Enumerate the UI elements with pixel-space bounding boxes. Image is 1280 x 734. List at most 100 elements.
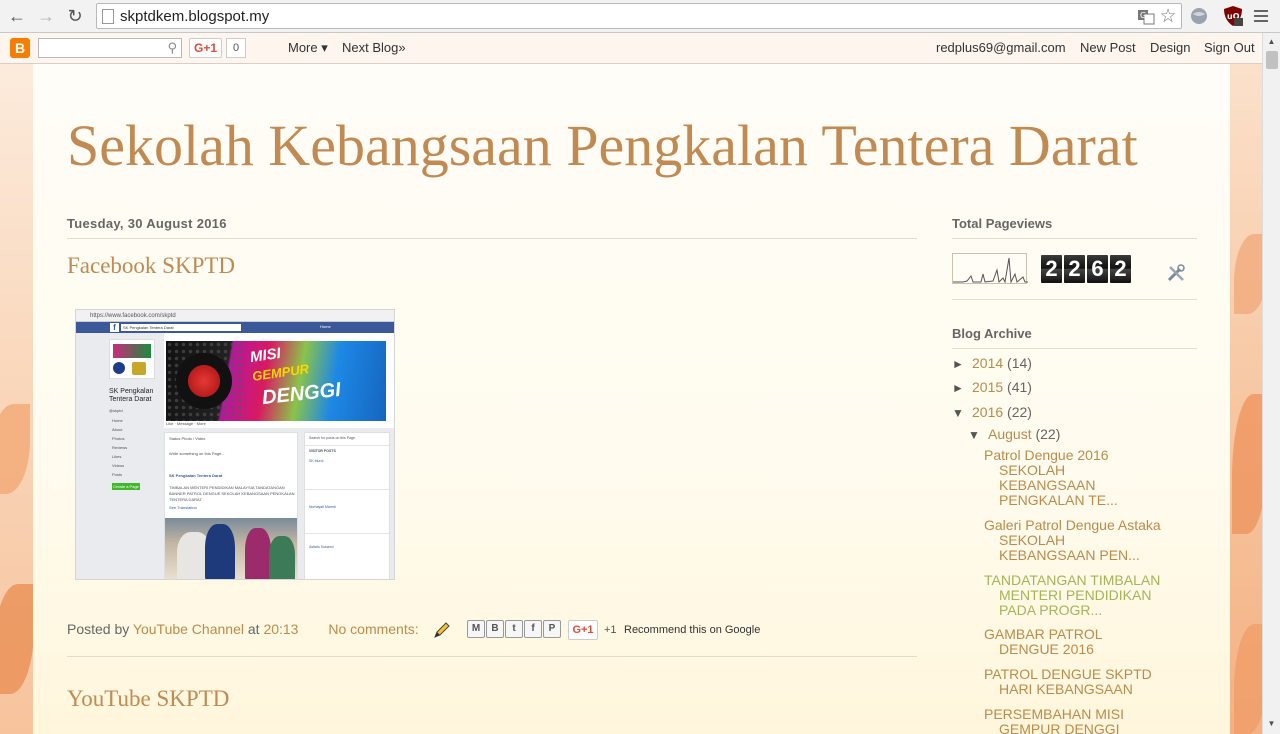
fb-visitor-post: Norhayati Marmit (309, 505, 336, 509)
fb-menu-item: Reviews (112, 445, 128, 450)
next-blog-link[interactable]: Next Blog» (342, 40, 406, 55)
pinterest-share-icon[interactable]: P (543, 620, 561, 638)
fb-post-photo (165, 518, 297, 579)
archive-year-link[interactable]: 2014 (972, 355, 1003, 371)
archive-month-link[interactable]: August (988, 426, 1032, 442)
fb-top-bar: f SK Pengkalan Tentera Darat Home (76, 322, 394, 333)
post-author-link[interactable]: YouTube Channel (133, 621, 244, 637)
next-post-title[interactable]: YouTube SKPTD (67, 686, 229, 712)
archive-year-link[interactable]: 2016 (972, 404, 1003, 420)
address-bar[interactable]: skptdkem.blogspot.my G ☆ (96, 3, 1182, 29)
archive-post-title-cont[interactable]: MENTERI PENDIDIKAN PADA PROGR... (984, 588, 1164, 618)
address-bar-url[interactable]: skptdkem.blogspot.my (120, 8, 269, 25)
pageviews-sparkline (952, 253, 1028, 284)
background-left (0, 64, 34, 734)
archive-post-title[interactable]: Patrol Dengue 2016 (984, 447, 1109, 463)
blog-title[interactable]: Sekolah Kebangsaan Pengkalan Tentera Dar… (67, 112, 1138, 179)
archive-post-title[interactable]: GAMBAR PATROL (984, 626, 1103, 642)
fb-profile-picture (109, 339, 155, 379)
translate-icon[interactable]: G (1137, 8, 1155, 26)
new-post-link[interactable]: New Post (1080, 40, 1136, 55)
divider (952, 299, 1197, 300)
archive-month-august[interactable]: ▼ August (22) (968, 426, 1060, 442)
sign-out-link[interactable]: Sign Out (1204, 40, 1255, 55)
archive-post-title-cont[interactable]: GEMPUR DENGGI (984, 722, 1164, 734)
archive-post-title[interactable]: PERSEMBAHAN MISI (984, 706, 1124, 722)
expand-arrow-icon[interactable]: ► (952, 357, 972, 371)
divider (67, 656, 917, 657)
email-share-icon[interactable]: M (467, 620, 485, 638)
archive-post-link[interactable]: Patrol Dengue 2016 SEKOLAH KEBANGSAAN PE… (984, 448, 1164, 508)
archive-post-link[interactable]: TANDATANGAN TIMBALAN MENTERI PENDIDIKAN … (984, 573, 1164, 618)
bookmark-star-icon[interactable]: ☆ (1159, 7, 1177, 26)
archive-post-link[interactable]: GAMBAR PATROL DENGUE 2016 (984, 627, 1164, 657)
blogger-navbar: B ⚲ G+1 0 More ▾ Next Blog» redplus69@gm… (0, 33, 1280, 64)
post-timestamp-link[interactable]: 20:13 (263, 621, 298, 637)
posted-by-label: Posted by (67, 621, 130, 637)
fb-left-column: SK Pengkalan Tentera Darat @skptd Home A… (76, 333, 160, 579)
counter-digit: 2 (1110, 255, 1131, 283)
page-icon (102, 9, 114, 24)
extension-globe-icon[interactable] (1189, 6, 1209, 26)
archive-year-2015[interactable]: ► 2015 (41) (952, 379, 1032, 395)
forward-arrow-icon[interactable]: → (35, 5, 57, 27)
archive-count: (22) (1035, 426, 1061, 442)
archive-post-title[interactable]: TANDATANGAN TIMBALAN (984, 572, 1160, 588)
counter-digit: 2 (1041, 255, 1062, 283)
scroll-down-arrow-icon[interactable]: ▼ (1263, 717, 1280, 731)
fb-menu-item: Photos (112, 436, 125, 441)
archive-post-title-cont[interactable]: DENGUE 2016 (984, 642, 1164, 657)
archive-post-title-cont[interactable]: HARI KEBANGSAAN (984, 682, 1164, 697)
design-link[interactable]: Design (1150, 40, 1190, 55)
fb-menu-item: Posts (112, 472, 123, 477)
scroll-up-arrow-icon[interactable]: ▲ (1263, 35, 1280, 49)
archive-post-link[interactable]: Galeri Patrol Dengue Astaka SEKOLAH KEBA… (984, 518, 1164, 563)
gplus-count: 0 (226, 38, 246, 58)
archive-post-link[interactable]: PATROL DENGUE SKPTD HARI KEBANGSAAN (984, 667, 1164, 697)
expand-arrow-icon[interactable]: ► (952, 381, 972, 395)
back-arrow-icon[interactable]: ← (6, 5, 28, 27)
archive-post-title-cont[interactable]: SEKOLAH KEBANGSAAN PENGKALAN TE... (984, 463, 1164, 508)
page-scrollbar[interactable]: ▲ ▼ (1262, 33, 1280, 734)
archive-post-title[interactable]: PATROL DENGUE SKPTD (984, 666, 1152, 682)
post-footer: Posted by YouTube Channel at 20:13 No co… (67, 621, 419, 637)
blogthis-share-icon[interactable]: B (486, 620, 504, 638)
account-email[interactable]: redplus69@gmail.com (936, 40, 1066, 55)
archive-post-title-cont[interactable]: SEKOLAH KEBANGSAAN PEN... (984, 533, 1164, 563)
at-label: at (247, 621, 260, 637)
archive-year-2016[interactable]: ▼ 2016 (22) (952, 404, 1032, 420)
fb-visitor-post: SK Murni (309, 459, 324, 463)
fb-menu-item: About (112, 427, 123, 432)
scrollbar-thumb[interactable] (1266, 51, 1278, 69)
edit-widget-tools-icon[interactable] (1166, 262, 1188, 284)
more-menu[interactable]: More ▾ (288, 40, 328, 56)
post-title[interactable]: Facebook SKPTD (67, 253, 235, 279)
archive-count: (14) (1007, 355, 1032, 371)
archive-post-title[interactable]: Galeri Patrol Dengue Astaka (984, 517, 1161, 533)
reload-icon[interactable]: ↻ (64, 5, 86, 27)
gplus-one-button[interactable]: G+1 (189, 38, 222, 58)
facebook-share-icon[interactable]: f (524, 620, 542, 638)
fb-side-divider (305, 533, 391, 534)
fb-handle: @skptd (109, 408, 123, 413)
profile-logo (113, 362, 125, 374)
archive-post-link[interactable]: PERSEMBAHAN MISI GEMPUR DENGGI (984, 707, 1164, 734)
dengue-patrol-emblem (176, 353, 232, 409)
chrome-menu-icon[interactable] (1252, 7, 1272, 27)
collapse-arrow-icon[interactable]: ▼ (968, 428, 988, 442)
archive-year-link[interactable]: 2015 (972, 379, 1003, 395)
search-icon[interactable]: ⚲ (167, 40, 177, 56)
post-image-facebook-screenshot[interactable]: https://www.facebook.com/skptd f SK Peng… (75, 309, 395, 580)
collapse-arrow-icon[interactable]: ▼ (952, 406, 972, 420)
twitter-share-icon[interactable]: t (505, 620, 523, 638)
navbar-search-input[interactable]: ⚲ (38, 38, 182, 58)
fb-menu-item: Likes (112, 454, 122, 459)
fb-post-author: SK Pengkalan Tentera Darat (169, 473, 223, 478)
edit-post-pencil-icon[interactable] (432, 620, 452, 640)
share-gplus-button[interactable]: G+1 (568, 620, 598, 640)
blogger-logo-icon[interactable]: B (10, 38, 30, 58)
fb-feed-column: Status Photo / Video Write something on … (164, 432, 298, 579)
archive-year-2014[interactable]: ► 2014 (14) (952, 355, 1032, 371)
ublock-icon[interactable]: uO (1222, 5, 1243, 26)
comments-link[interactable]: No comments: (328, 621, 418, 637)
